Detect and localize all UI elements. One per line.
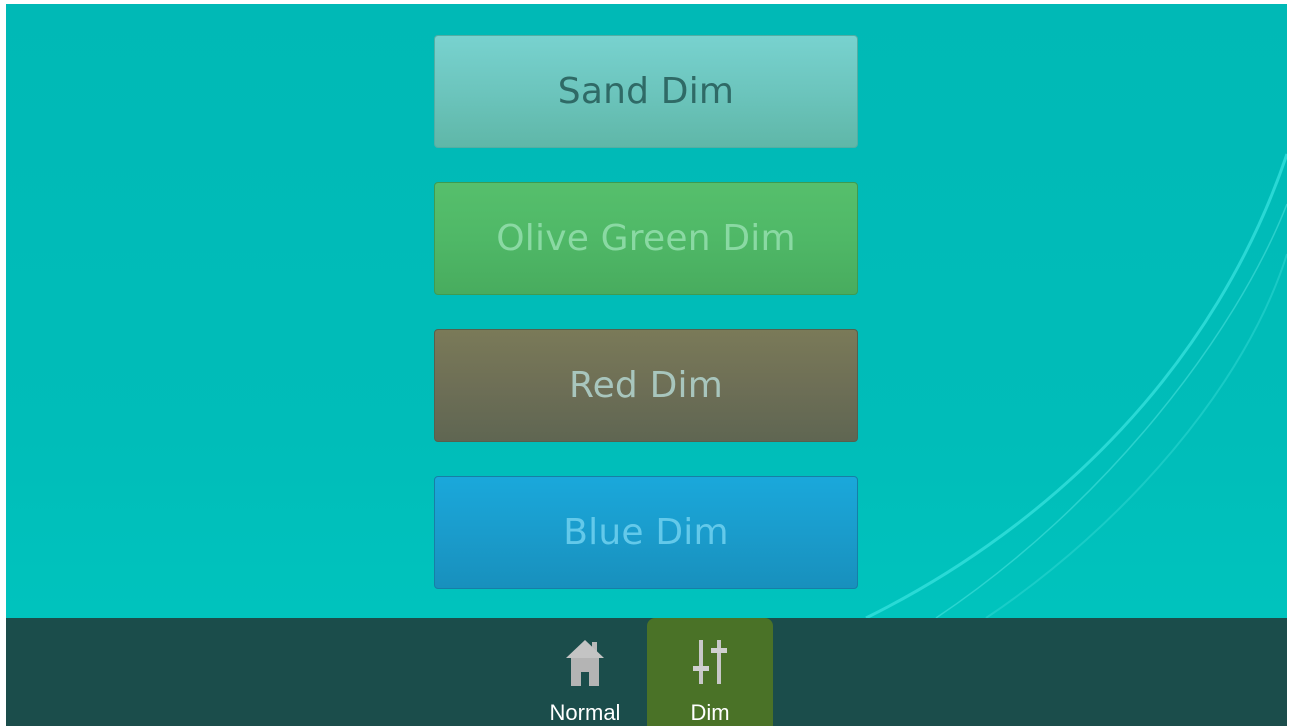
- tab-dim-label: Dim: [690, 700, 730, 725]
- olive-green-dim-button[interactable]: Olive Green Dim: [434, 182, 858, 295]
- blue-dim-button[interactable]: Blue Dim: [434, 476, 858, 589]
- tab-dim[interactable]: Dim: [647, 618, 773, 726]
- home-icon: [566, 640, 604, 686]
- red-dim-label: Red Dim: [568, 365, 724, 406]
- tab-normal-label: Normal: [549, 700, 621, 725]
- bottom-nav-bar: Normal Dim: [6, 618, 1287, 726]
- red-dim-button[interactable]: Red Dim: [434, 329, 858, 442]
- app-screen: Sand Dim Olive Green Dim Red Dim Blue Di…: [6, 4, 1287, 726]
- blue-dim-label: Blue Dim: [563, 512, 729, 553]
- sand-dim-label: Sand Dim: [557, 71, 735, 112]
- tab-normal[interactable]: Normal: [522, 618, 648, 726]
- sliders-icon: [693, 640, 727, 684]
- sand-dim-button[interactable]: Sand Dim: [434, 35, 858, 148]
- olive-green-dim-label: Olive Green Dim: [496, 218, 796, 259]
